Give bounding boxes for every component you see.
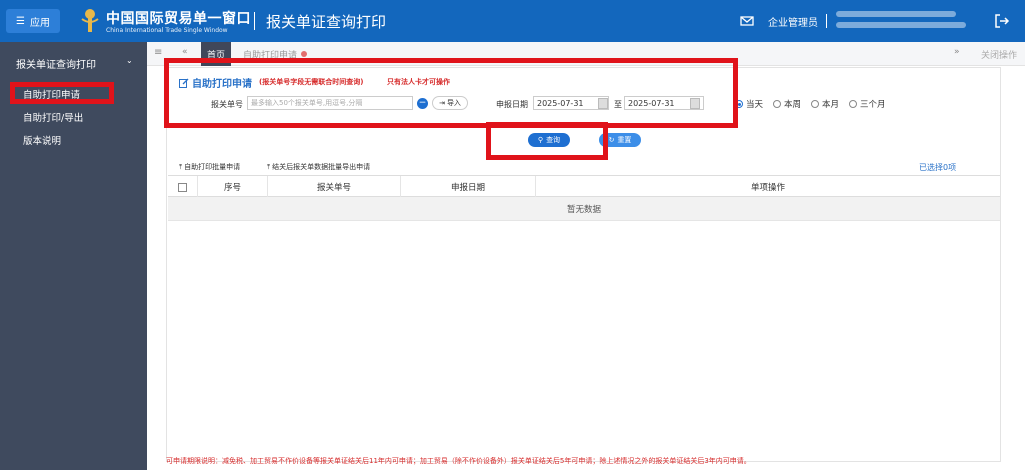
decl-no-input[interactable]: 最多输入50个报关单号,用逗号,分隔 — [247, 96, 413, 110]
column-header: 报关单号 — [268, 176, 401, 198]
search-icon: ⚲ — [537, 136, 544, 144]
radio-three-months[interactable]: 三个月 — [849, 98, 886, 110]
title-divider — [254, 12, 255, 30]
tab-home[interactable]: 首页 — [201, 42, 232, 66]
calendar-icon[interactable] — [598, 98, 608, 109]
import-icon: ⇥ — [439, 99, 445, 107]
upload-icon: ⤒ — [267, 162, 271, 171]
mail-icon[interactable] — [740, 14, 754, 28]
form-title-text: 自助打印申请 — [192, 79, 252, 90]
empty-table-row: 暂无数据 — [168, 197, 1000, 221]
form-warning: 只有法人卡才可操作 — [387, 78, 450, 86]
tab-self-print-apply[interactable]: 自助打印申请 — [237, 42, 313, 66]
select-all-cell — [168, 176, 198, 198]
calendar-icon[interactable] — [690, 98, 700, 109]
close-operations-button[interactable]: 关闭操作 — [981, 48, 1017, 61]
tab-scroll-left-icon[interactable]: « — [182, 47, 188, 57]
tab-bar: ≡ « 首页 自助打印申请 » 关闭操作 — [147, 42, 1025, 66]
batch-export-button[interactable]: ⤒ 结关后报关单数据批量导出申请 — [267, 161, 370, 173]
sidebar: 报关单证查询打印 ⌄ 自助打印申请 自助打印/导出 版本说明 — [0, 42, 147, 470]
tab-label: 自助打印申请 — [243, 50, 298, 61]
table-header: 序号 报关单号 申报日期 单项操作 — [168, 175, 1000, 198]
column-header: 申报日期 — [401, 176, 536, 198]
footer-note: 可申请期限说明：减免税、加工贸易不作价设备等报关单证结关后11年内可申请；加工贸… — [166, 457, 751, 465]
sidebar-item-self-print-export[interactable]: 自助打印/导出 — [23, 110, 83, 124]
reset-icon: ↻ — [608, 136, 615, 144]
tab-close-icon[interactable] — [301, 51, 308, 57]
main-content: 自助打印申请 (报关单号字段无需联合时间查询) 只有法人卡才可操作 报关单号 最… — [166, 67, 1001, 462]
top-header: ☰ 应用 中国国际贸易单一窗口 China International Trad… — [0, 0, 1025, 42]
select-all-checkbox[interactable] — [178, 182, 187, 192]
hamburger-icon: ☰ — [16, 15, 25, 27]
role-divider — [826, 14, 827, 28]
brand-name-en: China International Trade Single Window — [106, 27, 228, 34]
sidebar-group-title[interactable]: 报关单证查询打印 — [16, 56, 96, 71]
menu-toggle-icon[interactable]: ≡ — [154, 47, 162, 58]
tab-scroll-right-icon[interactable]: » — [954, 47, 960, 57]
selected-count: 已选择0项 — [919, 163, 957, 172]
sidebar-item-self-print-apply[interactable]: 自助打印申请 — [23, 87, 80, 101]
decl-no-label: 报关单号 — [211, 100, 243, 109]
user-info-blurred — [836, 11, 966, 33]
import-button[interactable]: ⇥ 导入 — [432, 96, 468, 110]
reset-button[interactable]: ↻ 重置 — [599, 133, 641, 147]
brand-name: 中国国际贸易单一窗口 — [106, 11, 251, 27]
date-separator: 至 — [614, 100, 622, 109]
form-title: 自助打印申请 — [179, 75, 252, 90]
clear-decl-no-button[interactable]: − — [417, 98, 428, 109]
sidebar-item-version-notes[interactable]: 版本说明 — [23, 133, 61, 147]
logout-icon[interactable] — [994, 13, 1010, 29]
app-menu-button[interactable]: ☰ 应用 — [6, 9, 60, 33]
logo-icon — [81, 9, 99, 32]
chevron-down-icon[interactable]: ⌄ — [126, 56, 133, 65]
import-label: 导入 — [446, 99, 461, 107]
upload-icon: ⤒ — [179, 162, 183, 171]
radio-this-week[interactable]: 本周 — [773, 98, 801, 110]
app-menu-label: 应用 — [29, 17, 50, 29]
date-range-options: 当天 本周 本月 三个月 — [735, 98, 886, 110]
form-note: (报关单号字段无需联合时间查询) — [259, 78, 364, 86]
radio-this-month[interactable]: 本月 — [811, 98, 839, 110]
batch-apply-button[interactable]: ⤒ 自助打印批量申请 — [179, 161, 240, 173]
date-label: 申报日期 — [496, 100, 528, 109]
column-header: 序号 — [198, 176, 268, 198]
query-button[interactable]: ⚲ 查询 — [528, 133, 570, 147]
user-role: 企业管理员 — [768, 18, 818, 29]
page-title: 报关单证查询打印 — [266, 13, 387, 31]
edit-icon — [179, 78, 189, 88]
radio-today[interactable]: 当天 — [735, 98, 763, 110]
column-header: 单项操作 — [750, 183, 785, 193]
